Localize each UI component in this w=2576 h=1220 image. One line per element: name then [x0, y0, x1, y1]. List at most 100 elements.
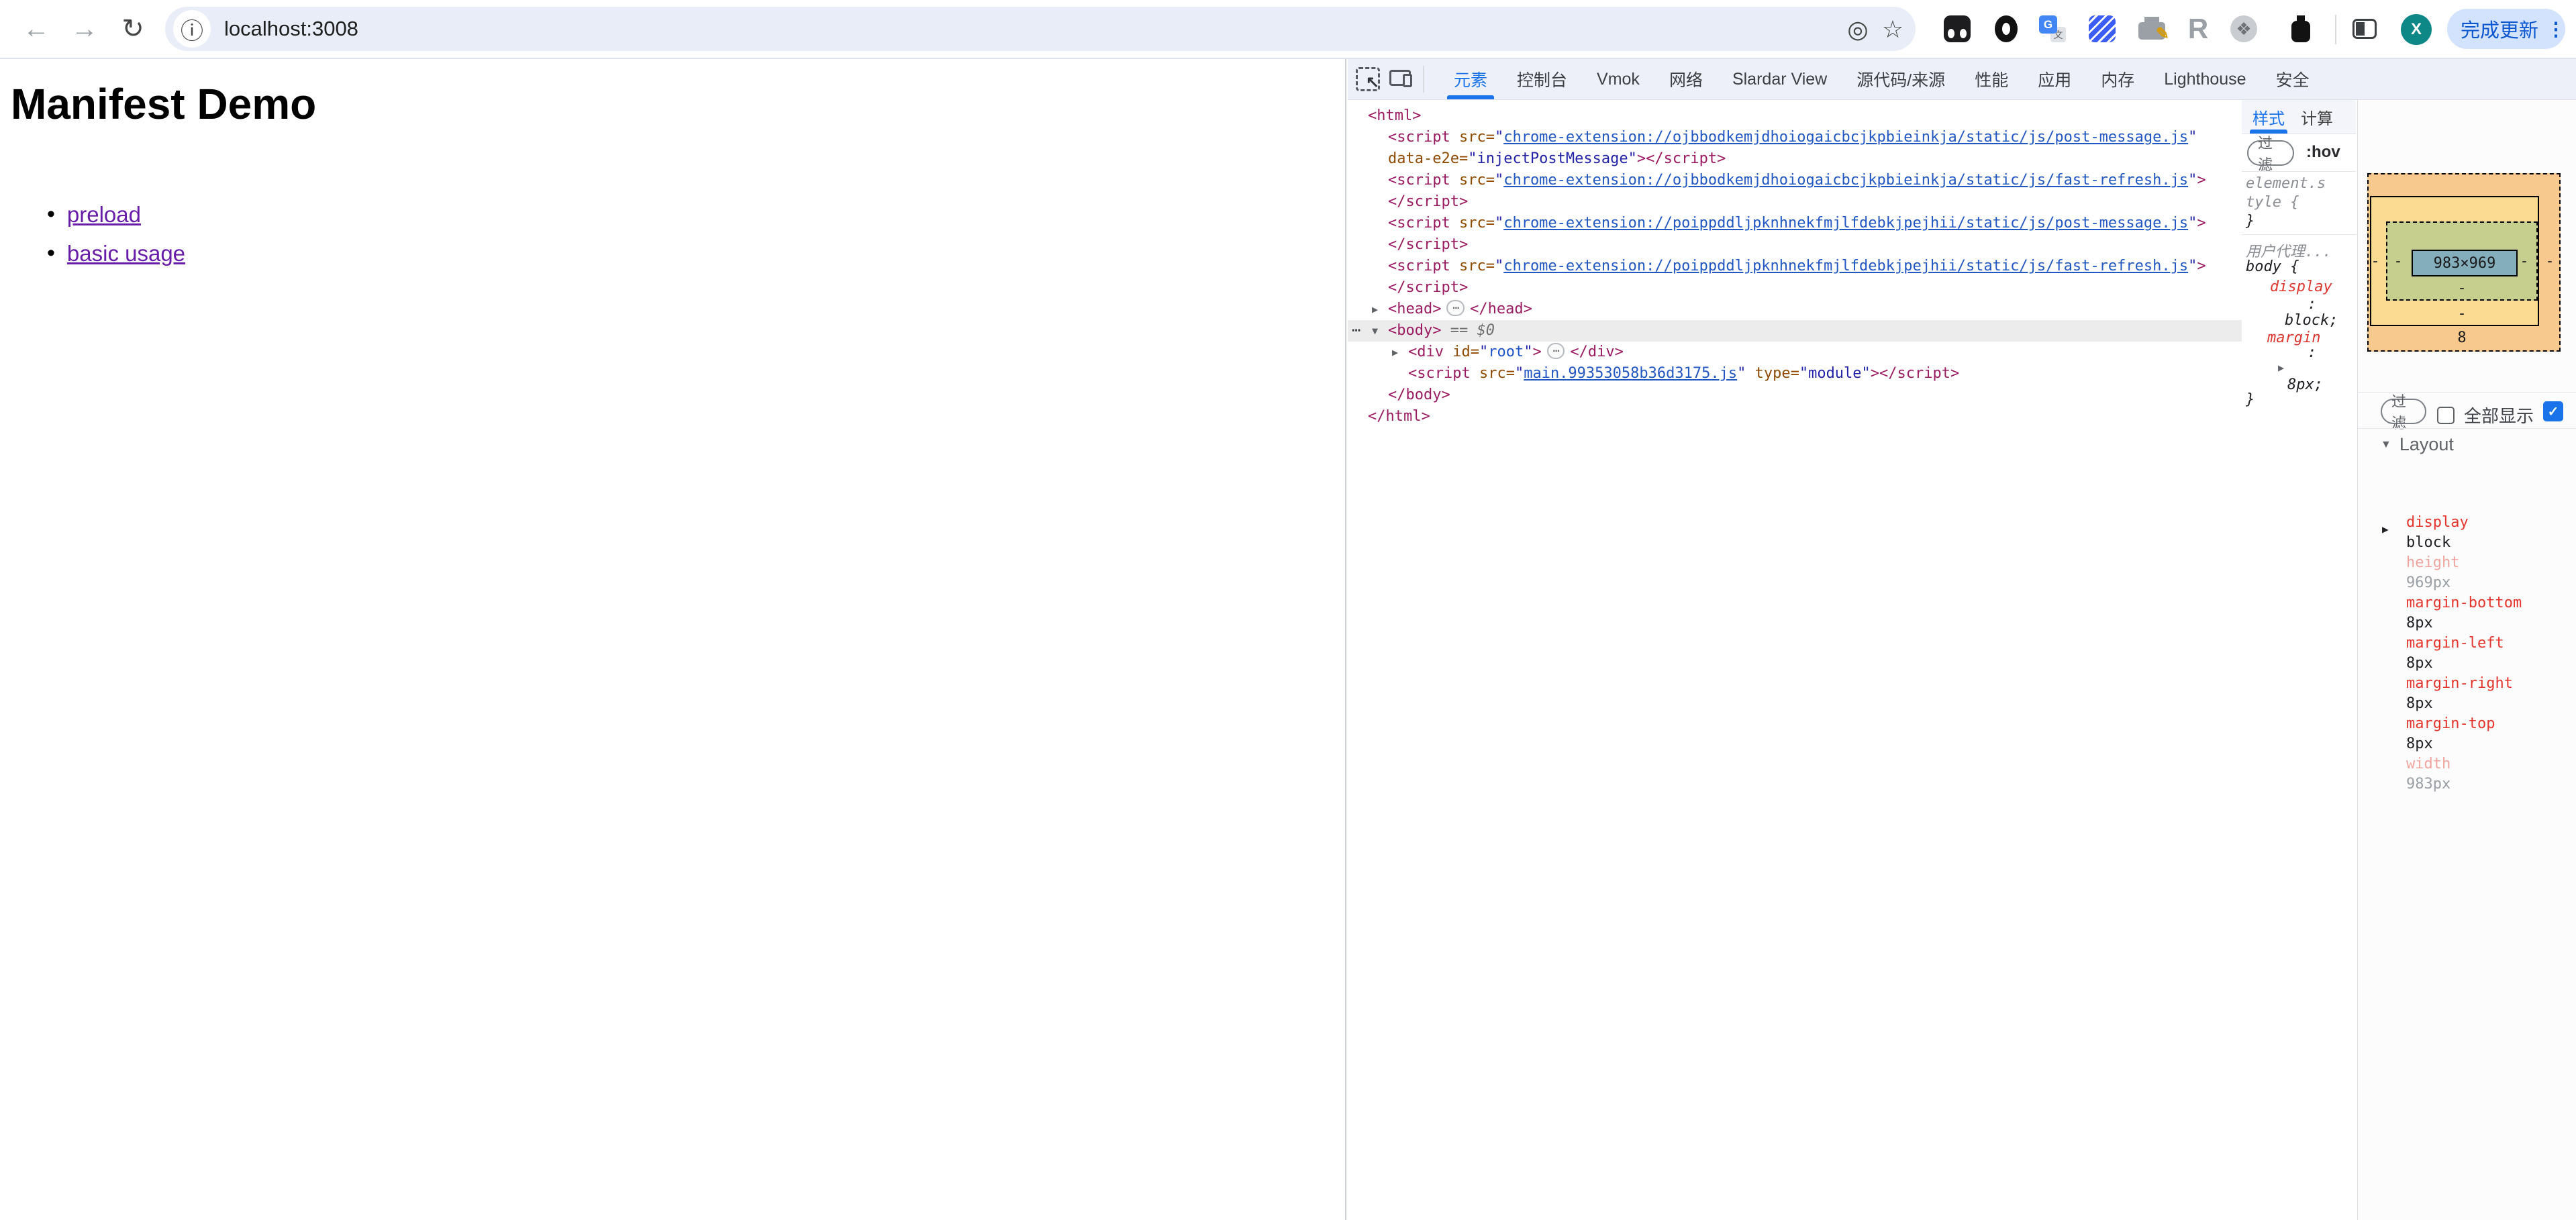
- property-value: 8px: [2406, 694, 2574, 714]
- printer-top: [2144, 17, 2159, 23]
- code-token-tag: <script: [1388, 258, 1450, 274]
- url-text[interactable]: localhost:3008: [224, 7, 358, 51]
- update-chrome-button[interactable]: 完成更新 ⋮: [2447, 9, 2565, 49]
- collapsed-children-ellipsis[interactable]: ⋯: [1446, 300, 1465, 316]
- devtools-tab-安全[interactable]: 安全: [2261, 59, 2324, 99]
- elements-tree-row[interactable]: ⋯▼<body> == $0: [1348, 320, 2242, 342]
- bookmark-star-icon[interactable]: ☆: [1878, 15, 1908, 44]
- toolbar-divider: [1423, 66, 1424, 93]
- code-token-val: ": [1495, 172, 1503, 189]
- styles-tabbar: 样式 计算: [2242, 100, 2356, 134]
- pencil-icon: ✎: [2156, 24, 2169, 44]
- profile-avatar[interactable]: X: [2401, 14, 2432, 45]
- elements-tree-row[interactable]: </body>: [1348, 385, 2242, 406]
- elements-tree-row[interactable]: <html>: [1348, 105, 2242, 127]
- site-info-icon[interactable]: ⓘ: [173, 10, 211, 48]
- elements-tree-row[interactable]: <script src="chrome-extension://ojbbodke…: [1348, 127, 2242, 148]
- preload-link[interactable]: preload: [67, 202, 141, 227]
- divider: [2358, 392, 2576, 393]
- panda-extension-icon[interactable]: [1944, 15, 1971, 42]
- preview-icon[interactable]: ◎: [1843, 15, 1873, 44]
- printer-extension-icon[interactable]: ✎: [2138, 22, 2165, 40]
- devtools-tab-Slardar View[interactable]: Slardar View: [1718, 59, 1842, 99]
- devtools-tab-性能[interactable]: 性能: [1960, 59, 2023, 99]
- browser-menu-kebab-icon[interactable]: ⋮: [2546, 18, 2565, 40]
- resource-link[interactable]: chrome-extension://ojbbodkemjdhoiogaicbc…: [1503, 172, 2188, 189]
- property-value: block: [2406, 533, 2574, 553]
- side-panel-icon[interactable]: [2352, 19, 2377, 39]
- styles-filter-input[interactable]: 过滤: [2247, 140, 2294, 166]
- tab-computed[interactable]: 计算: [2301, 100, 2333, 134]
- element-style-line[interactable]: }: [2246, 213, 2255, 230]
- style-property-value[interactable]: 8px;: [2287, 376, 2323, 393]
- forward-icon[interactable]: →: [63, 0, 106, 58]
- code-token-tag: ></script>: [1637, 150, 1726, 167]
- elements-tree-row[interactable]: </script>: [1348, 191, 2242, 213]
- devtools-toolbar: ↖ 元素控制台Vmok网络Slardar View源代码/来源性能应用内存Lig…: [1348, 59, 2576, 100]
- resource-link[interactable]: chrome-extension://poippddljpknhnekfmjlf…: [1503, 215, 2188, 232]
- computed-filter-input[interactable]: 过滤: [2381, 399, 2426, 424]
- resource-link[interactable]: main.99353058b36d3175.js: [1524, 365, 1737, 382]
- group-checkbox-checked[interactable]: ✓: [2543, 401, 2563, 421]
- basic-usage-link[interactable]: basic usage: [67, 241, 185, 266]
- elements-tree-row[interactable]: <script src="chrome-extension://ojbbodke…: [1348, 170, 2242, 191]
- box-model-content[interactable]: 983×969: [2412, 250, 2518, 276]
- expand-property-icon[interactable]: ▶: [2382, 523, 2389, 536]
- border-left-value: -: [2371, 253, 2379, 270]
- hatch-extension-icon[interactable]: [2089, 15, 2116, 42]
- elements-tree-row[interactable]: </html>: [1348, 406, 2242, 427]
- code-token-val: ": [1495, 258, 1503, 274]
- style-colon: :: [2308, 296, 2316, 313]
- elements-tree-row[interactable]: ▶<div id="root">⋯</div>: [1348, 342, 2242, 363]
- layout-group-header[interactable]: ▼ Layout: [2381, 434, 2454, 455]
- code-token-tag: <head>: [1388, 301, 1441, 317]
- devtools-tab-Lighthouse[interactable]: Lighthouse: [2149, 59, 2261, 99]
- expand-shorthand-icon[interactable]: ▶: [2278, 362, 2284, 374]
- elements-tree-row[interactable]: </script>: [1348, 234, 2242, 256]
- devtools-tab-源代码/来源[interactable]: 源代码/来源: [1842, 59, 1960, 99]
- devtools-tab-元素[interactable]: 元素: [1439, 59, 1502, 99]
- devtools-tab-应用[interactable]: 应用: [2023, 59, 2086, 99]
- pseudo-state-toggle[interactable]: :hov: [2306, 143, 2340, 162]
- resource-link[interactable]: chrome-extension://poippddljpknhnekfmjlf…: [1503, 258, 2188, 274]
- elements-tree-row[interactable]: <script src="chrome-extension://poippddl…: [1348, 213, 2242, 234]
- row-actions-dots-icon[interactable]: ⋯: [1352, 320, 1359, 342]
- devtools-tab-Vmok[interactable]: Vmok: [1582, 59, 1654, 99]
- elements-tree-row[interactable]: <script src="chrome-extension://poippddl…: [1348, 256, 2242, 277]
- code-token-val: ": [1495, 129, 1503, 146]
- element-style-line[interactable]: element.s: [2246, 175, 2326, 192]
- show-all-checkbox[interactable]: [2437, 407, 2455, 424]
- collapsed-children-ellipsis[interactable]: ⋯: [1547, 343, 1565, 359]
- elements-tree-row[interactable]: <script src="main.99353058b36d3175.js" t…: [1348, 363, 2242, 385]
- style-colon: :: [2308, 344, 2316, 361]
- collapsed-icon[interactable]: ▶: [1392, 342, 1398, 363]
- pinwheel-extension-icon[interactable]: ❖: [2230, 15, 2257, 42]
- property-value: 983px: [2406, 774, 2574, 795]
- expanded-icon[interactable]: ▼: [1372, 320, 1378, 342]
- reload-icon[interactable]: ↻: [111, 0, 154, 58]
- requestly-toolbar-icon[interactable]: R: [2185, 15, 2212, 42]
- elements-tree-row[interactable]: data-e2e="injectPostMessage"></script>: [1348, 148, 2242, 170]
- collapsed-icon[interactable]: ▶: [1372, 299, 1378, 320]
- devtools-tab-网络[interactable]: 网络: [1654, 59, 1718, 99]
- tab-styles[interactable]: 样式: [2252, 100, 2285, 134]
- devtools-tabbar: 元素控制台Vmok网络Slardar View源代码/来源性能应用内存Light…: [1439, 59, 2324, 99]
- resource-link[interactable]: chrome-extension://ojbbodkemjdhoiogaicbc…: [1503, 129, 2188, 146]
- style-property-name[interactable]: display: [2270, 278, 2332, 295]
- oval-extension-icon[interactable]: [1995, 15, 2018, 42]
- inspect-element-icon[interactable]: ↖: [1356, 67, 1380, 91]
- code-token-attr: src=: [1450, 215, 1495, 232]
- show-all-label: 全部显示: [2464, 403, 2534, 427]
- style-rule-selector[interactable]: body {: [2246, 258, 2299, 275]
- devtools-tab-控制台[interactable]: 控制台: [1502, 59, 1582, 99]
- flask-extension-icon[interactable]: [2287, 15, 2314, 42]
- devtools-tab-内存[interactable]: 内存: [2086, 59, 2149, 99]
- style-property-value[interactable]: block;: [2285, 312, 2338, 329]
- element-style-line[interactable]: tyle {: [2246, 194, 2299, 211]
- elements-tree-row[interactable]: ▶<head>⋯</head>: [1348, 299, 2242, 320]
- back-icon[interactable]: ←: [15, 0, 58, 58]
- device-toolbar-icon[interactable]: [1389, 70, 1411, 86]
- address-bar[interactable]: ⓘ localhost:3008 ◎ ☆: [165, 7, 1916, 51]
- elements-tree-row[interactable]: </script>: [1348, 277, 2242, 299]
- translate-extension-icon[interactable]: 文 G: [2039, 15, 2066, 42]
